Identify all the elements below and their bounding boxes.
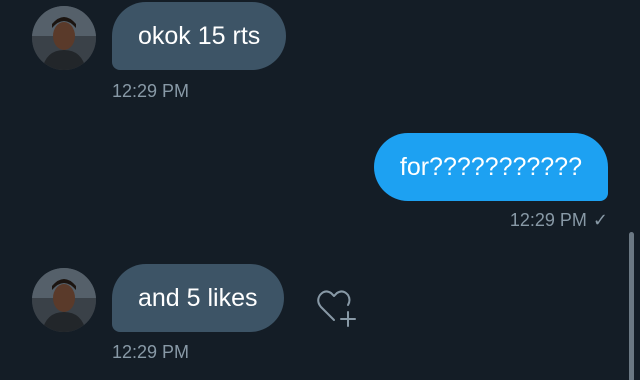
heart-plus-icon[interactable] [312,284,360,332]
message-timestamp: 12:29 PM [112,342,190,362]
avatar[interactable] [32,268,96,332]
message-timestamp: 12:29 PM [509,210,587,230]
sent-check-icon: ✓ [592,210,608,230]
message-bubble-incoming[interactable]: and 5 likes [112,264,284,332]
dm-conversation: okok 15 rts 12:29 PM for??????????? 12:2… [0,0,640,380]
scrollbar[interactable] [629,232,634,380]
message-text: for??????????? [399,152,582,181]
avatar[interactable] [32,6,96,70]
message-text: and 5 likes [138,283,258,312]
message-timestamp-row: 12:29 PM ✓ [510,211,608,229]
message-text: okok 15 rts [138,21,261,50]
message-timestamp: 12:29 PM [112,81,190,101]
message-bubble-outgoing[interactable]: for??????????? [373,133,608,201]
message-bubble-incoming[interactable]: okok 15 rts [112,2,287,70]
